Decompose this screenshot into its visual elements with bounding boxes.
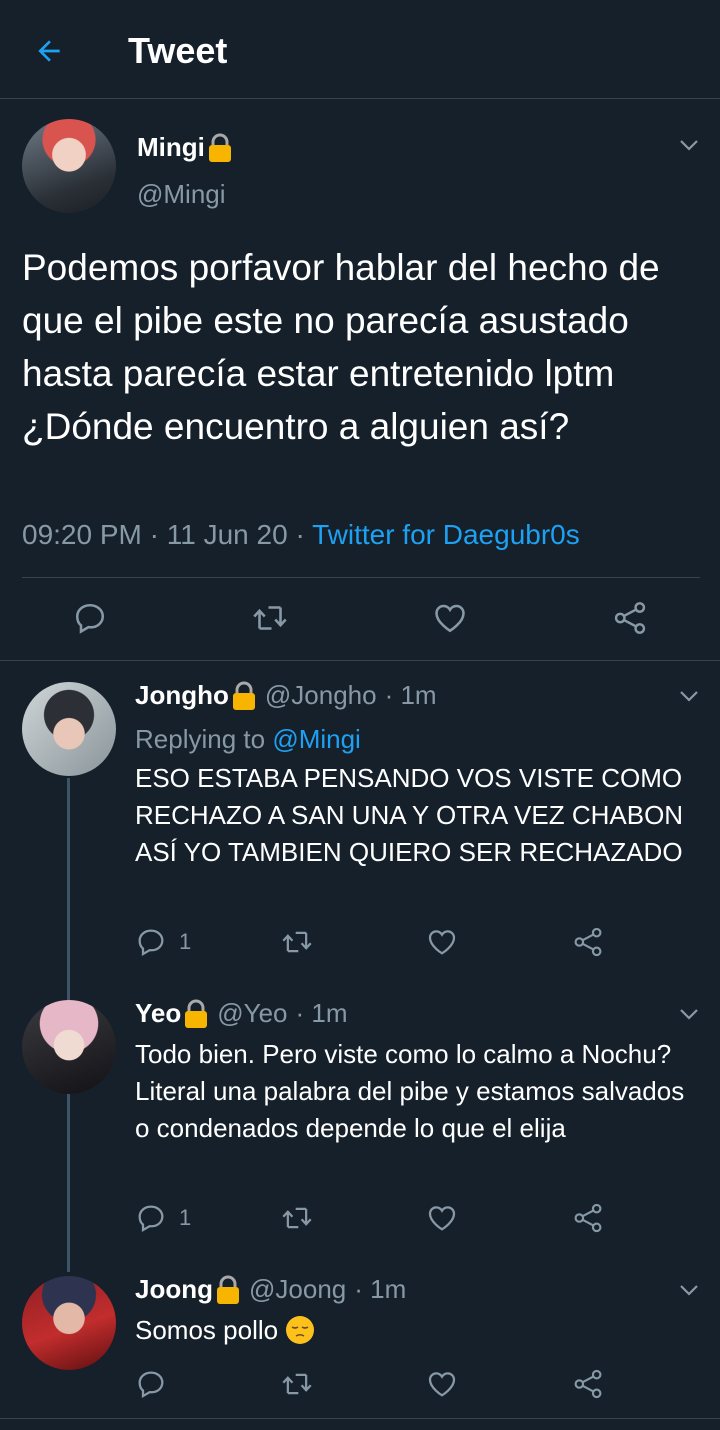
heart-icon	[428, 930, 456, 955]
chevron-down-icon[interactable]	[677, 1278, 701, 1302]
reply-time: · 1m	[384, 680, 437, 710]
tweet-date: 11 Jun 20	[166, 519, 288, 550]
share-icon	[574, 927, 602, 957]
reply-icon	[138, 1205, 164, 1232]
tweet-screen: Tweet Mingi @Mingi Podemos porfavor habl…	[0, 0, 720, 1430]
chevron-down-icon[interactable]	[677, 1002, 701, 1026]
like-button[interactable]	[426, 926, 458, 958]
chevron-down-icon[interactable]	[677, 684, 701, 708]
lock-icon	[185, 999, 208, 1028]
heart-icon	[435, 604, 465, 633]
arrow-left-icon	[38, 40, 60, 62]
reply-tweet[interactable]: Jongho @Jongho · 1m Replying to @Mingi E…	[0, 662, 720, 992]
retweet-icon	[282, 931, 312, 953]
author-handle[interactable]: @Yeo	[217, 998, 287, 1029]
author-handle[interactable]: @Mingi	[137, 179, 226, 210]
tweet-text: Podemos porfavor hablar del hecho de que…	[22, 247, 660, 447]
reply-icon	[75, 603, 105, 634]
tweet-meta: 09:20 PM · 11 Jun 20 · Twitter for Daegu…	[22, 519, 580, 551]
chevron-down-icon[interactable]	[677, 133, 701, 157]
top-bar: Tweet	[0, 0, 720, 99]
meta-separator: ·	[141, 519, 167, 550]
reply-time: · 1m	[295, 998, 348, 1028]
share-icon	[614, 602, 646, 634]
share-button[interactable]	[572, 1368, 604, 1400]
reply-text: Todo bien. Pero viste como lo calmo a No…	[135, 1039, 685, 1143]
avatar[interactable]	[22, 682, 116, 776]
reply-header: Yeo @Yeo · 1m	[135, 998, 348, 1029]
tweet-actions	[0, 578, 720, 661]
author-handle[interactable]: @Joong	[249, 1274, 346, 1305]
share-icon	[574, 1369, 602, 1399]
share-button[interactable]	[572, 1202, 604, 1234]
reply-button[interactable]	[135, 1368, 167, 1400]
share-icon	[574, 1203, 602, 1233]
reply-text: Somos pollo	[135, 1315, 279, 1345]
reply-icon	[138, 1371, 164, 1398]
tweet-source-link[interactable]: Twitter for Daegubr0s	[312, 519, 580, 550]
reply-count: 1	[179, 929, 192, 954]
reply-header: Jongho @Jongho · 1m	[135, 680, 437, 711]
share-button[interactable]	[611, 600, 649, 636]
replying-prefix: Replying to	[135, 724, 273, 754]
heart-icon	[428, 1206, 456, 1231]
reply-header: Joong @Joong · 1m	[135, 1274, 406, 1305]
reply-button[interactable]: 1	[135, 1202, 191, 1234]
lock-icon	[217, 1275, 239, 1304]
reply-icon	[138, 929, 164, 956]
page-title: Tweet	[128, 30, 228, 71]
author-name: Mingi	[137, 132, 205, 162]
heart-icon	[428, 1372, 456, 1397]
retweet-button[interactable]	[280, 926, 314, 958]
avatar[interactable]	[22, 119, 116, 213]
avatar[interactable]	[22, 1276, 116, 1370]
lock-icon	[208, 133, 231, 162]
author-handle[interactable]: @Jongho	[265, 680, 377, 711]
retweet-button[interactable]	[250, 600, 290, 636]
replying-to: Replying to @Mingi	[135, 724, 361, 755]
retweet-button[interactable]	[280, 1368, 314, 1400]
retweet-icon	[253, 606, 287, 630]
avatar[interactable]	[22, 1000, 116, 1094]
lock-icon	[232, 681, 255, 710]
reply-button[interactable]	[72, 600, 108, 636]
retweet-icon	[282, 1207, 312, 1229]
reply-tweet[interactable]: Yeo @Yeo · 1m Todo bien. Pero viste como…	[0, 996, 720, 1266]
back-button[interactable]	[26, 28, 72, 74]
main-tweet: Mingi @Mingi Podemos porfavor hablar del…	[0, 99, 720, 661]
author-name-row[interactable]: Mingi	[137, 132, 233, 163]
retweet-button[interactable]	[280, 1202, 314, 1234]
reply-count: 1	[179, 1205, 192, 1230]
reply-time: · 1m	[354, 1274, 407, 1304]
retweet-icon	[282, 1373, 312, 1395]
like-button[interactable]	[432, 600, 468, 636]
reply-text-row: Somos pollo	[135, 1312, 695, 1349]
replying-to-handle[interactable]: @Mingi	[272, 724, 361, 754]
author-name[interactable]: Joong	[135, 1274, 213, 1305]
tweet-time: 09:20 PM	[22, 519, 142, 550]
divider	[0, 1418, 720, 1419]
author-name[interactable]: Yeo	[135, 998, 181, 1029]
reply-button[interactable]: 1	[135, 926, 191, 958]
pensive-face-emoji	[286, 1316, 315, 1344]
author-name[interactable]: Jongho	[135, 680, 229, 711]
reply-tweet[interactable]: Joong @Joong · 1m Somos pollo	[0, 1272, 720, 1418]
share-button[interactable]	[572, 926, 604, 958]
like-button[interactable]	[426, 1368, 458, 1400]
reply-text: ESO ESTABA PENSANDO VOS VISTE COMO RECHA…	[135, 763, 684, 867]
meta-separator: ·	[287, 519, 313, 550]
like-button[interactable]	[426, 1202, 458, 1234]
